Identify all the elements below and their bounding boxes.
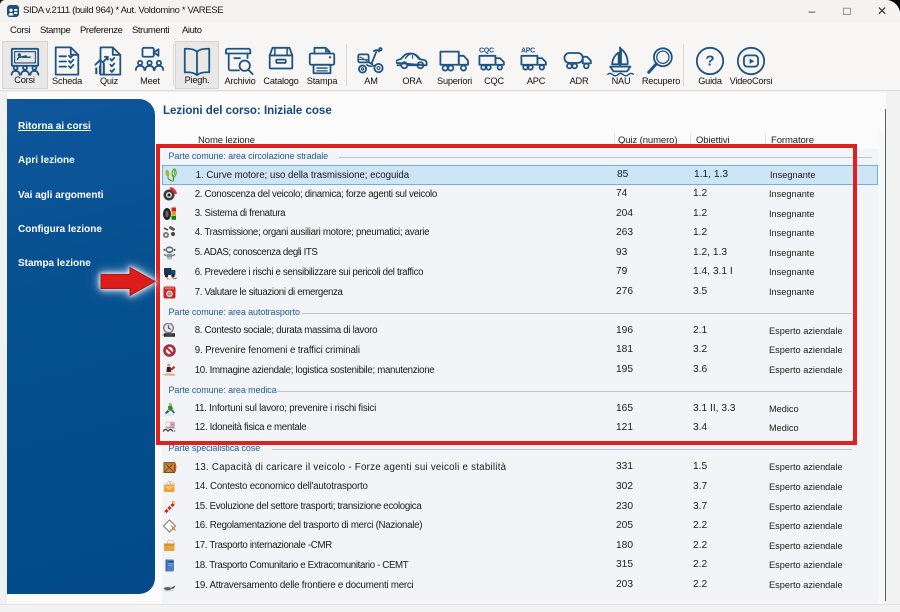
svg-text:?: ?: [705, 53, 714, 70]
svg-text:APC: APC: [521, 48, 535, 55]
svg-text:CQC: CQC: [479, 48, 494, 55]
